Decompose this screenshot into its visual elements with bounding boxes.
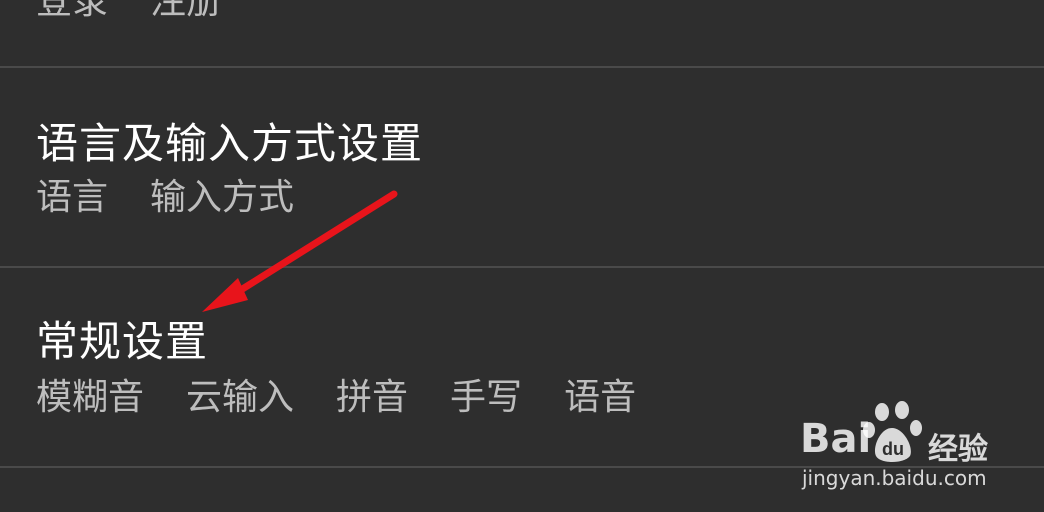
language-input-settings-subitems: 语言 输入方式 (36, 178, 294, 218)
language-sub-language[interactable]: 语言 (36, 178, 108, 218)
account-sub-register[interactable]: 注册 (150, 0, 222, 22)
account-sub-login[interactable]: 登录 (36, 0, 108, 22)
watermark-url: jingyan.baidu.com (802, 466, 987, 490)
svg-text:du: du (882, 439, 904, 459)
language-sub-input-method[interactable]: 输入方式 (150, 178, 294, 218)
account-section[interactable]: 登录 注册 (0, 0, 1044, 66)
general-sub-cloud-input[interactable]: 云输入 (186, 378, 294, 418)
general-sub-voice[interactable]: 语音 (564, 378, 636, 418)
general-sub-pinyin[interactable]: 拼音 (336, 378, 408, 418)
general-sub-fuzzy-pinyin[interactable]: 模糊音 (36, 378, 144, 418)
jingyan-text: 经验 (928, 432, 988, 467)
language-input-settings-title: 语言及输入方式设置 (36, 119, 424, 168)
baidu-jingyan-watermark: Bai du 经验 jingyan.baidu.com (800, 398, 1000, 498)
account-subitems: 登录 注册 (36, 0, 222, 22)
general-settings-title: 常规设置 (36, 317, 209, 366)
language-input-settings-item[interactable]: 语言及输入方式设置 语言 输入方式 (0, 68, 1044, 266)
general-sub-handwriting[interactable]: 手写 (450, 378, 522, 418)
general-settings-subitems: 模糊音 云输入 拼音 手写 语音 (36, 378, 636, 418)
baidu-paw-icon: du (863, 401, 922, 462)
settings-page: 登录 注册 语言及输入方式设置 语言 输入方式 常规设置 模糊音 云输入 拼音 … (0, 0, 1044, 512)
